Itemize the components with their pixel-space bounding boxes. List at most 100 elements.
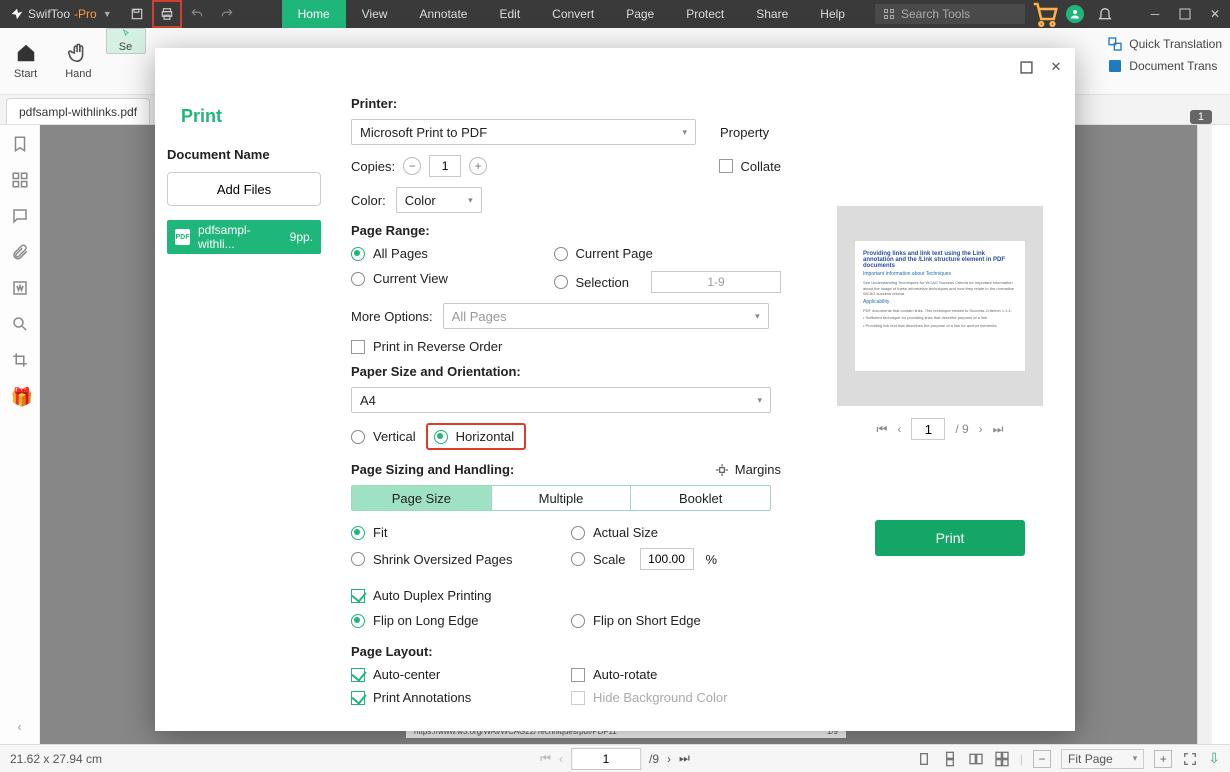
- all-pages-radio[interactable]: [351, 247, 365, 261]
- print-icon[interactable]: [152, 0, 182, 28]
- crop-icon[interactable]: [11, 351, 29, 369]
- status-next-icon[interactable]: ›: [667, 752, 671, 766]
- current-page-radio[interactable]: [554, 247, 568, 261]
- collate-checkbox[interactable]: [719, 159, 733, 173]
- next-page-icon[interactable]: ›: [979, 422, 983, 436]
- undo-icon[interactable]: [182, 0, 212, 28]
- redo-icon[interactable]: [212, 0, 242, 28]
- app-brand[interactable]: SwifToo-Pro ▼: [0, 7, 122, 21]
- menu-page[interactable]: Page: [610, 0, 670, 28]
- user-avatar[interactable]: [1060, 0, 1090, 28]
- flip-short-radio[interactable]: [571, 614, 585, 628]
- print-dialog: Print Document Name Add Files PDF pdfsam…: [155, 48, 1075, 731]
- ribbon-hand[interactable]: Hand: [51, 28, 105, 94]
- first-page-icon[interactable]: ⏮: [877, 422, 888, 437]
- collapse-sidebar-icon[interactable]: ‹: [18, 720, 22, 734]
- zoom-select[interactable]: Fit Page▾: [1061, 749, 1144, 769]
- menu-annotate[interactable]: Annotate: [403, 0, 483, 28]
- fullscreen-icon[interactable]: [1182, 751, 1198, 767]
- status-prev-icon[interactable]: ‹: [559, 752, 563, 766]
- prev-page-icon[interactable]: ‹: [897, 422, 901, 436]
- print-button[interactable]: Print: [875, 520, 1025, 556]
- print-annotations-checkbox[interactable]: [351, 691, 365, 705]
- grid-icon: [883, 8, 895, 20]
- print-button-label: Print: [936, 530, 965, 546]
- horizontal-radio[interactable]: [434, 430, 448, 444]
- file-list-item[interactable]: PDF pdfsampl-withli... 9pp.: [167, 220, 321, 254]
- ribbon-select[interactable]: Se: [106, 28, 146, 54]
- attachment-icon[interactable]: [11, 243, 29, 261]
- word-icon[interactable]: [11, 279, 29, 297]
- copies-decrement[interactable]: −: [403, 157, 421, 175]
- close-icon[interactable]: ✕: [1200, 0, 1230, 28]
- thumbnails-icon[interactable]: [11, 171, 29, 189]
- printer-select[interactable]: Microsoft Print to PDF▾: [351, 119, 696, 145]
- bookmark-icon[interactable]: [11, 135, 29, 153]
- selection-radio[interactable]: [554, 275, 568, 289]
- status-page-input[interactable]: [571, 748, 641, 770]
- view-continuous-icon[interactable]: [942, 751, 958, 767]
- tab-booklet[interactable]: Booklet: [631, 486, 770, 510]
- more-options-select[interactable]: All Pages▾: [443, 303, 769, 329]
- preview-page-input[interactable]: [911, 418, 945, 440]
- selection-range-input[interactable]: [651, 271, 781, 293]
- menu-home[interactable]: Home: [282, 0, 346, 28]
- save-icon[interactable]: [122, 0, 152, 28]
- view-facing-icon[interactable]: [968, 751, 984, 767]
- search-tools-input[interactable]: Search Tools: [875, 4, 1025, 24]
- auto-rotate-checkbox[interactable]: [571, 668, 585, 682]
- menu-edit[interactable]: Edit: [483, 0, 536, 28]
- scale-input[interactable]: [640, 548, 694, 570]
- document-trans-button[interactable]: Document Trans: [1107, 58, 1222, 74]
- scale-radio[interactable]: [571, 552, 585, 566]
- comment-icon[interactable]: [11, 207, 29, 225]
- status-first-icon[interactable]: ⏮: [540, 751, 551, 766]
- fit-radio[interactable]: [351, 526, 365, 540]
- copies-increment[interactable]: +: [469, 157, 487, 175]
- shrink-radio[interactable]: [351, 552, 365, 566]
- page-range-title: Page Range:: [351, 223, 781, 238]
- paper-size-select[interactable]: A4▾: [351, 387, 771, 413]
- add-files-button[interactable]: Add Files: [167, 172, 321, 206]
- cart-icon[interactable]: [1030, 0, 1060, 28]
- last-page-icon[interactable]: ⏭: [993, 422, 1004, 437]
- tab-page-size[interactable]: Page Size: [352, 486, 492, 510]
- ribbon-start[interactable]: Start: [0, 28, 51, 94]
- view-facing-continuous-icon[interactable]: [994, 751, 1010, 767]
- search-icon[interactable]: [11, 315, 29, 333]
- menu-help[interactable]: Help: [804, 0, 861, 28]
- margins-button[interactable]: Margins: [715, 462, 781, 477]
- zoom-in-button[interactable]: +: [1154, 750, 1172, 768]
- menu-protect[interactable]: Protect: [670, 0, 740, 28]
- reverse-order-checkbox[interactable]: [351, 340, 365, 354]
- flip-long-radio[interactable]: [351, 614, 365, 628]
- tab-multiple[interactable]: Multiple: [492, 486, 632, 510]
- status-last-icon[interactable]: ⏭: [679, 751, 690, 766]
- more-options-value: All Pages: [452, 309, 507, 324]
- gift-icon[interactable]: 🎁: [11, 387, 29, 405]
- dialog-maximize-icon[interactable]: [1017, 58, 1035, 76]
- document-tab[interactable]: pdfsampl-withlinks.pdf: [6, 98, 150, 124]
- maximize-icon[interactable]: [1170, 0, 1200, 28]
- status-total-label: /9: [649, 752, 659, 766]
- hide-background-checkbox[interactable]: [571, 691, 585, 705]
- zoom-out-button[interactable]: −: [1033, 750, 1051, 768]
- actual-size-radio[interactable]: [571, 526, 585, 540]
- print-form: Printer: Microsoft Print to PDF▾ Propert…: [351, 86, 781, 715]
- menu-convert[interactable]: Convert: [536, 0, 610, 28]
- auto-duplex-checkbox[interactable]: [351, 589, 365, 603]
- color-select[interactable]: Color▾: [396, 187, 482, 213]
- auto-center-checkbox[interactable]: [351, 668, 365, 682]
- minimize-icon[interactable]: ─: [1140, 0, 1170, 28]
- quick-translation-button[interactable]: Quick Translation: [1107, 36, 1222, 52]
- view-single-icon[interactable]: [916, 751, 932, 767]
- menu-view[interactable]: View: [346, 0, 404, 28]
- vertical-radio[interactable]: [351, 430, 365, 444]
- copies-input[interactable]: [429, 155, 461, 177]
- pin-icon[interactable]: ⇩: [1208, 750, 1220, 767]
- current-view-radio[interactable]: [351, 272, 365, 286]
- bell-icon[interactable]: [1090, 0, 1120, 28]
- menu-share[interactable]: Share: [740, 0, 804, 28]
- dialog-close-icon[interactable]: ✕: [1047, 58, 1065, 76]
- property-link[interactable]: Property: [720, 125, 769, 140]
